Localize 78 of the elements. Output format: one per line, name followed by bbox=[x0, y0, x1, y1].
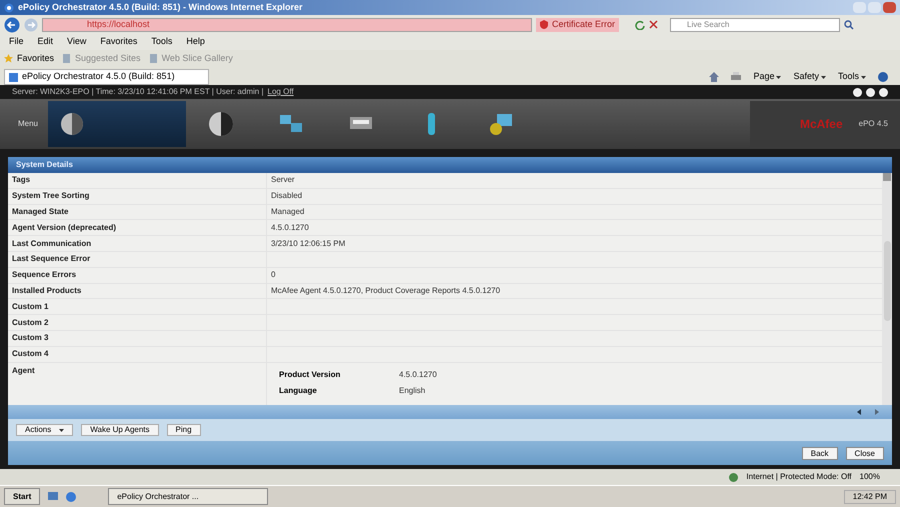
menu-item[interactable]: Help bbox=[185, 35, 206, 49]
clock: 12:42 PM bbox=[844, 490, 896, 504]
caret-icon bbox=[776, 76, 782, 78]
field-value: 3/23/10 12:06:15 PM bbox=[271, 238, 346, 250]
field-label: Sequence Errors bbox=[11, 269, 78, 282]
field-label: Language bbox=[279, 384, 318, 397]
browser-tab[interactable]: ePolicy Orchestrator 4.5.0 (Build: 851) bbox=[4, 69, 209, 85]
previous-icon bbox=[856, 409, 862, 415]
field-label: Custom 4 bbox=[11, 348, 50, 360]
menu-item[interactable]: View bbox=[66, 35, 88, 49]
page-icon bbox=[62, 54, 72, 63]
session-info: Server: WIN2K3-EPO | Time: 3/23/10 12:41:06 PM EST | User: admin | bbox=[12, 86, 264, 98]
mcafee-logo: McAfee bbox=[800, 116, 843, 133]
command-button[interactable]: Tools bbox=[838, 70, 866, 84]
version-label: ePO 4.5 bbox=[858, 118, 888, 130]
stop-icon bbox=[649, 20, 658, 29]
caret-icon bbox=[861, 76, 866, 78]
field-label: Custom 3 bbox=[11, 332, 50, 344]
panel-title: System Details bbox=[8, 157, 892, 173]
shield-icon bbox=[540, 20, 548, 29]
desktop-icon bbox=[48, 492, 58, 502]
zoom-level[interactable]: 100% bbox=[860, 471, 880, 483]
menu-item[interactable]: File bbox=[8, 35, 25, 49]
footer-button[interactable]: Close bbox=[846, 446, 884, 460]
command-button[interactable]: Safety bbox=[793, 70, 826, 84]
logoff-link[interactable]: Log Off bbox=[268, 86, 294, 98]
field-value: Managed bbox=[271, 206, 304, 218]
print-icon bbox=[731, 72, 742, 82]
actions-menu-button[interactable]: Actions bbox=[16, 424, 74, 436]
scrollbar[interactable] bbox=[882, 173, 892, 405]
action-button[interactable]: Ping bbox=[166, 424, 201, 436]
field-label: Last Communication bbox=[11, 238, 92, 250]
window-title: ePolicy Orchestrator 4.5.0 (Build: 851) - Windows Internet Explorer bbox=[18, 0, 302, 14]
field-label: Tags bbox=[11, 174, 32, 186]
back-icon bbox=[4, 16, 20, 32]
favorites-link[interactable]: Favorites bbox=[4, 52, 54, 66]
search-field[interactable]: Live Search bbox=[670, 18, 840, 32]
page-icon bbox=[9, 72, 18, 82]
field-label: Last Sequence Error bbox=[11, 253, 92, 266]
menu-item[interactable]: Tools bbox=[150, 35, 174, 49]
security-zone: Internet | Protected Mode: Off bbox=[746, 471, 852, 483]
field-value: Server bbox=[271, 174, 295, 186]
search-icon bbox=[844, 20, 854, 30]
field-value: English bbox=[399, 384, 426, 397]
field-value: Disabled bbox=[271, 190, 302, 202]
star-icon bbox=[4, 54, 13, 63]
menu-item[interactable]: Favorites bbox=[99, 35, 138, 49]
field-label: Installed Products bbox=[11, 284, 82, 297]
field-label: Agent bbox=[11, 364, 36, 377]
refresh-icon bbox=[635, 20, 646, 30]
field-label: Custom 2 bbox=[11, 316, 50, 329]
field-label: Agent Version (deprecated) bbox=[11, 222, 118, 234]
close-button[interactable] bbox=[883, 2, 896, 13]
field-value: 0 bbox=[271, 269, 276, 282]
field-value: McAfee Agent 4.5.0.1270, Product Coverage Reports 4.5.0.1270 bbox=[271, 284, 500, 297]
page-icon bbox=[148, 54, 158, 63]
field-label: System Tree Sorting bbox=[11, 190, 90, 202]
field-label: Product Version bbox=[279, 368, 342, 381]
taskbar-button[interactable]: ePolicy Orchestrator ... bbox=[108, 488, 268, 505]
minimize-button[interactable] bbox=[853, 2, 866, 13]
certificate-error-button[interactable]: Certificate Error bbox=[536, 18, 620, 32]
cylinder-icon bbox=[428, 113, 434, 135]
menu-button[interactable]: Menu bbox=[8, 104, 48, 144]
forward-icon bbox=[24, 18, 38, 32]
field-value: 4.5.0.1270 bbox=[399, 368, 437, 381]
action-button[interactable]: Wake Up Agents bbox=[81, 424, 159, 436]
field-label: Managed State bbox=[11, 206, 70, 218]
menu-item[interactable]: Edit bbox=[36, 35, 54, 49]
start-button[interactable]: Start bbox=[4, 488, 40, 505]
footer-button[interactable]: Back bbox=[802, 446, 838, 460]
home-icon bbox=[709, 72, 720, 82]
next-icon bbox=[874, 409, 880, 415]
field-label: Custom 1 bbox=[11, 300, 50, 313]
caret-icon bbox=[820, 76, 826, 78]
command-button[interactable]: Page bbox=[753, 70, 782, 84]
computers-icon bbox=[488, 111, 514, 137]
active-nav-tab[interactable] bbox=[48, 101, 186, 147]
field-value: 4.5.0.1270 bbox=[271, 222, 309, 234]
